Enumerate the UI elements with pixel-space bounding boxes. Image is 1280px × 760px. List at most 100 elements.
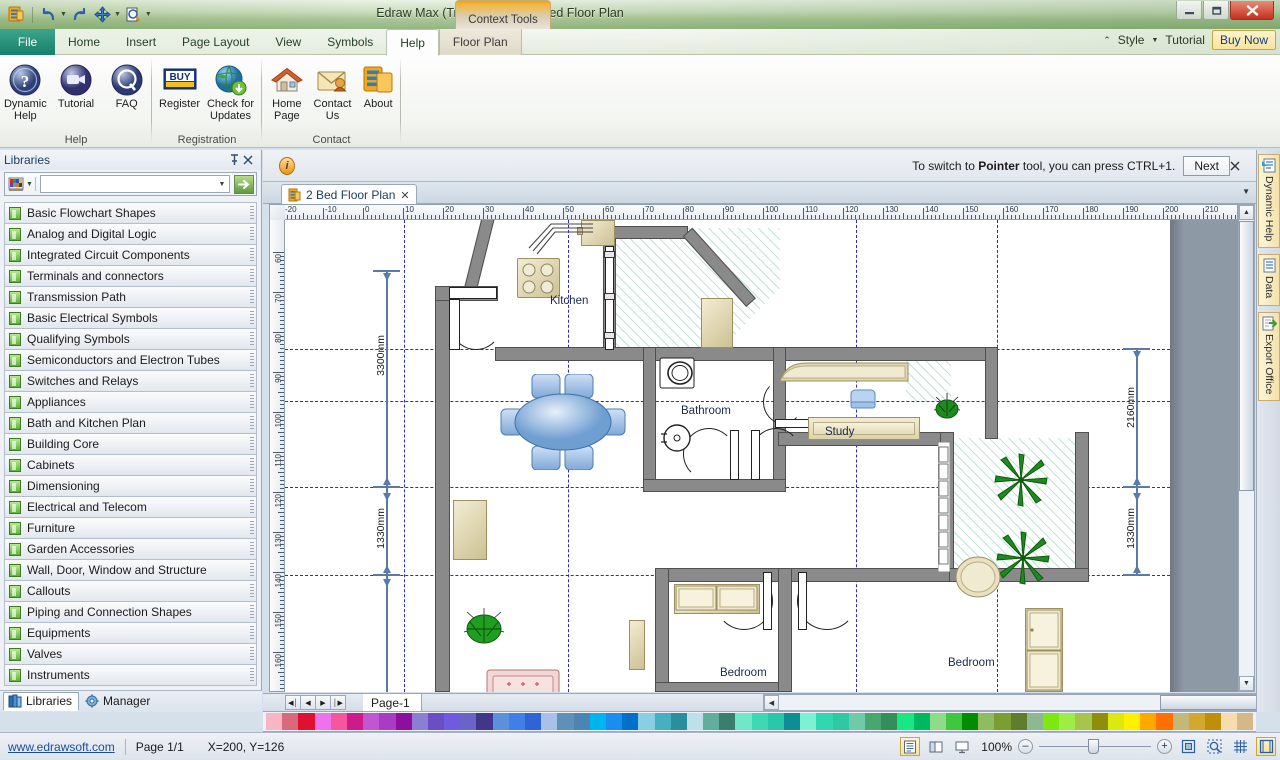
sofa-icon[interactable] <box>485 668 561 692</box>
context-tools-tab[interactable]: Context Tools <box>455 0 551 29</box>
library-item-grip[interactable] <box>250 605 254 619</box>
close-icon[interactable]: ✕ <box>400 189 409 202</box>
color-swatch[interactable] <box>638 713 655 730</box>
normal-view-icon[interactable] <box>900 737 920 756</box>
washbasin-icon[interactable] <box>659 422 695 454</box>
door-leaf-entry[interactable] <box>449 299 460 350</box>
color-swatch[interactable] <box>282 713 299 730</box>
office-chair-icon[interactable] <box>850 388 876 414</box>
color-swatch[interactable] <box>395 713 412 730</box>
color-swatch[interactable] <box>1059 713 1076 730</box>
color-swatch[interactable] <box>881 713 898 730</box>
stove-icon[interactable] <box>517 258 560 298</box>
color-swatch[interactable] <box>266 713 283 730</box>
library-item-grip[interactable] <box>250 647 254 661</box>
library-item[interactable]: Cabinets <box>4 454 257 476</box>
library-item[interactable]: Integrated Circuit Components <box>4 244 257 266</box>
horizontal-ruler[interactable]: -20 -10 0 10 20 30 40 50 60 70 80 90 100 110 120 130 140… <box>285 204 1238 220</box>
library-item[interactable]: Appliances <box>4 391 257 413</box>
edraw-logo-icon[interactable] <box>6 4 27 25</box>
library-item[interactable]: Switches and Relays <box>4 370 257 392</box>
library-item-grip[interactable] <box>250 521 254 535</box>
library-item-grip[interactable] <box>250 563 254 577</box>
style-icon[interactable]: ⌃ <box>1103 35 1111 46</box>
home-page-button[interactable]: Home Page <box>264 58 310 127</box>
register-button[interactable]: BUY Register <box>154 58 205 127</box>
door-leaf-hall[interactable] <box>751 430 760 480</box>
color-swatch[interactable] <box>962 713 979 730</box>
color-swatch[interactable] <box>379 713 396 730</box>
color-swatch[interactable] <box>735 713 752 730</box>
restore-button[interactable] <box>1203 1 1229 20</box>
tab-home[interactable]: Home <box>55 29 113 55</box>
library-item-grip[interactable] <box>250 395 254 409</box>
color-swatch[interactable] <box>1026 713 1043 730</box>
tutorial-button[interactable]: Tutorial <box>51 58 102 127</box>
library-item[interactable]: Terminals and connectors <box>4 265 257 287</box>
library-item-grip[interactable] <box>250 668 254 682</box>
library-item-grip[interactable] <box>250 332 254 346</box>
library-item[interactable]: Dimensioning <box>4 475 257 497</box>
library-item-grip[interactable] <box>250 458 254 472</box>
tab-symbols[interactable]: Symbols <box>314 29 386 55</box>
color-swatch[interactable] <box>1204 713 1222 730</box>
minus-circle-icon[interactable]: – <box>1018 739 1033 754</box>
color-swatch[interactable] <box>1123 713 1141 730</box>
style-dropdown-icon[interactable]: ▼ <box>1151 37 1158 44</box>
color-swatch[interactable] <box>1188 713 1205 730</box>
color-swatch[interactable] <box>1091 713 1108 730</box>
close-icon[interactable] <box>1230 161 1252 171</box>
palm-tree-2[interactable] <box>995 530 1051 586</box>
color-swatch[interactable] <box>800 713 817 730</box>
color-swatch[interactable] <box>767 713 784 730</box>
library-item[interactable]: Furniture <box>4 517 257 539</box>
color-swatch[interactable] <box>751 713 768 730</box>
library-item-grip[interactable] <box>250 626 254 640</box>
color-swatch[interactable] <box>605 713 623 730</box>
color-swatch[interactable] <box>1172 713 1189 730</box>
toilet-icon[interactable] <box>659 356 703 392</box>
library-item[interactable]: Garden Accessories <box>4 538 257 560</box>
zoom-slider-thumb[interactable] <box>1088 739 1099 754</box>
library-item[interactable]: Callouts <box>4 580 257 602</box>
move-dropdown-icon[interactable]: ▼ <box>114 11 121 18</box>
check-for-updates-button[interactable]: Check for Updates <box>205 58 256 127</box>
library-search-combo[interactable]: ▼ <box>39 175 230 193</box>
door-leaf-bedroom-left[interactable] <box>763 572 772 630</box>
library-item-grip[interactable] <box>250 479 254 493</box>
move-tool-icon[interactable] <box>92 4 113 25</box>
color-swatch[interactable] <box>994 713 1011 730</box>
library-item[interactable]: Piping and Connection Shapes <box>4 601 257 623</box>
door-leaf-bathroom[interactable] <box>730 430 739 480</box>
dining-table-set[interactable] <box>499 374 649 470</box>
wall-left-exterior[interactable] <box>435 286 450 692</box>
wall-garden-right[interactable] <box>1075 432 1089 582</box>
palette-dropdown-icon[interactable]: ▼ <box>26 181 33 188</box>
library-item-grip[interactable] <box>250 311 254 325</box>
color-swatch[interactable] <box>622 713 639 730</box>
scroll-down-button[interactable]: ▼ <box>1239 676 1254 691</box>
zoom-slider[interactable] <box>1039 739 1151 754</box>
color-swatch[interactable] <box>703 713 720 730</box>
color-swatch[interactable] <box>1075 713 1092 730</box>
library-item-grip[interactable] <box>250 500 254 514</box>
color-swatch[interactable] <box>525 713 542 730</box>
tab-view[interactable]: View <box>262 29 314 55</box>
color-swatch[interactable] <box>978 713 995 730</box>
guide-h-2[interactable] <box>285 401 1170 402</box>
zoom-selection-icon[interactable] <box>1204 737 1224 756</box>
color-swatch[interactable] <box>1221 713 1238 730</box>
library-item[interactable]: Semiconductors and Electron Tubes <box>4 349 257 371</box>
chevron-down-icon[interactable]: ▼ <box>215 181 229 188</box>
color-swatch[interactable] <box>541 713 558 730</box>
library-list[interactable]: Basic Flowchart Shapes Analog and Digital… <box>4 202 257 686</box>
color-swatch[interactable] <box>314 713 331 730</box>
vertical-ruler[interactable]: 60708090100110120130140150160170 <box>269 220 285 692</box>
library-item[interactable]: Analog and Digital Logic <box>4 223 257 245</box>
color-palette-strip[interactable] <box>263 711 1256 732</box>
library-item-grip[interactable] <box>250 542 254 556</box>
color-swatch[interactable] <box>929 713 946 730</box>
color-swatch[interactable] <box>1140 713 1157 730</box>
page-tab[interactable]: Page-1 <box>363 694 422 712</box>
drawing-canvas[interactable]: Kitchen Bathroom Study Bedroom Bedroom 3… <box>285 220 1238 692</box>
